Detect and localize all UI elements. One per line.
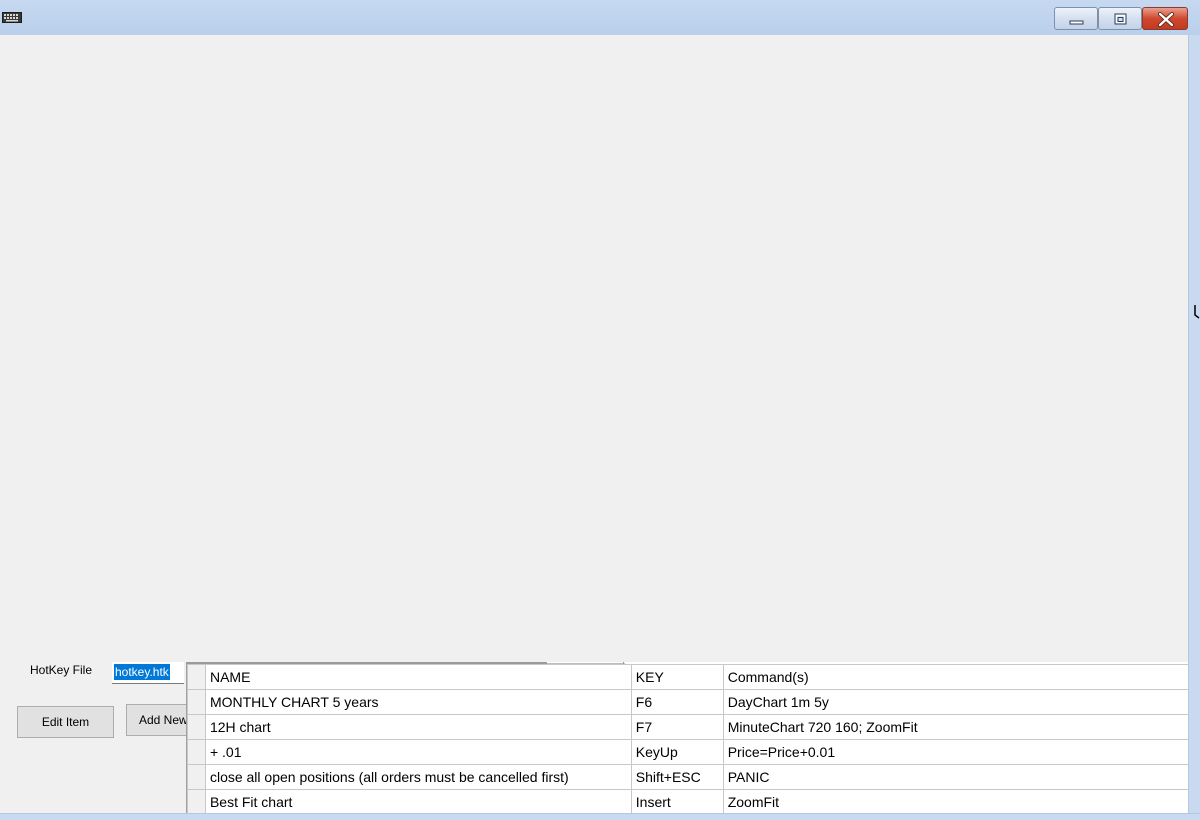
cell-command[interactable]: ZoomFit bbox=[722, 789, 1189, 813]
hotkey-file-label: HotKey File bbox=[30, 663, 93, 677]
minimize-button[interactable] bbox=[1054, 7, 1098, 30]
title-bar[interactable] bbox=[0, 0, 1200, 36]
maximize-button[interactable] bbox=[1098, 7, 1142, 30]
cell-command[interactable]: Price=Price+0.01 bbox=[722, 739, 1189, 765]
table-row[interactable]: Best Fit chart Insert ZoomFit bbox=[187, 789, 1189, 813]
cell-key[interactable]: Shift+ESC bbox=[630, 764, 724, 790]
close-icon bbox=[1158, 12, 1174, 27]
hotkey-grid[interactable]: NAME KEY Command(s) MONTHLY CHART 5 year… bbox=[186, 662, 1189, 813]
hotkey-file-value: hotkey.htk bbox=[114, 664, 170, 680]
cell-name[interactable]: + .01 bbox=[204, 739, 632, 765]
hotkey-table: NAME KEY Command(s) MONTHLY CHART 5 year… bbox=[187, 664, 1189, 813]
table-row[interactable]: + .01 KeyUp Price=Price+0.01 bbox=[187, 739, 1189, 765]
column-header-key[interactable]: KEY bbox=[630, 664, 724, 690]
window-frame-bottom[interactable] bbox=[0, 813, 1200, 820]
cell-key[interactable]: F6 bbox=[630, 689, 724, 715]
window-frame-right[interactable] bbox=[1188, 35, 1200, 820]
cell-key[interactable]: F7 bbox=[630, 714, 724, 740]
row-header[interactable] bbox=[187, 689, 206, 715]
cell-command[interactable]: PANIC bbox=[722, 764, 1189, 790]
column-header-commands[interactable]: Command(s) bbox=[722, 664, 1189, 690]
edit-item-button[interactable]: Edit Item bbox=[17, 706, 114, 738]
resize-cursor-icon bbox=[1194, 305, 1200, 319]
cell-command[interactable]: DayChart 1m 5y bbox=[722, 689, 1189, 715]
keyboard-icon bbox=[2, 12, 22, 23]
row-header[interactable] bbox=[187, 764, 206, 790]
application-window: HotKey File hotkey.htk Edit Item Add New… bbox=[0, 0, 1200, 820]
cell-name[interactable]: Best Fit chart bbox=[204, 789, 632, 813]
close-button[interactable] bbox=[1142, 7, 1188, 30]
column-header-name[interactable]: NAME bbox=[204, 664, 632, 690]
table-row[interactable]: close all open positions (all orders mus… bbox=[187, 764, 1189, 790]
header-row: NAME KEY Command(s) bbox=[187, 664, 1189, 690]
cell-key[interactable]: Insert bbox=[630, 789, 724, 813]
row-header-corner bbox=[187, 664, 206, 690]
row-header[interactable] bbox=[187, 714, 206, 740]
table-row[interactable]: MONTHLY CHART 5 years F6 DayChart 1m 5y bbox=[187, 689, 1189, 715]
row-header[interactable] bbox=[187, 789, 206, 813]
maximize-icon bbox=[1114, 13, 1127, 25]
minimize-icon bbox=[1069, 20, 1084, 25]
cell-key[interactable]: KeyUp bbox=[630, 739, 724, 765]
cell-name[interactable]: MONTHLY CHART 5 years bbox=[204, 689, 632, 715]
cell-command[interactable]: MinuteChart 720 160; ZoomFit bbox=[722, 714, 1189, 740]
cell-name[interactable]: close all open positions (all orders mus… bbox=[204, 764, 632, 790]
row-header[interactable] bbox=[187, 739, 206, 765]
hotkey-file-input[interactable]: hotkey.htk bbox=[112, 662, 184, 684]
table-row[interactable]: 12H chart F7 MinuteChart 720 160; ZoomFi… bbox=[187, 714, 1189, 740]
cell-name[interactable]: 12H chart bbox=[204, 714, 632, 740]
